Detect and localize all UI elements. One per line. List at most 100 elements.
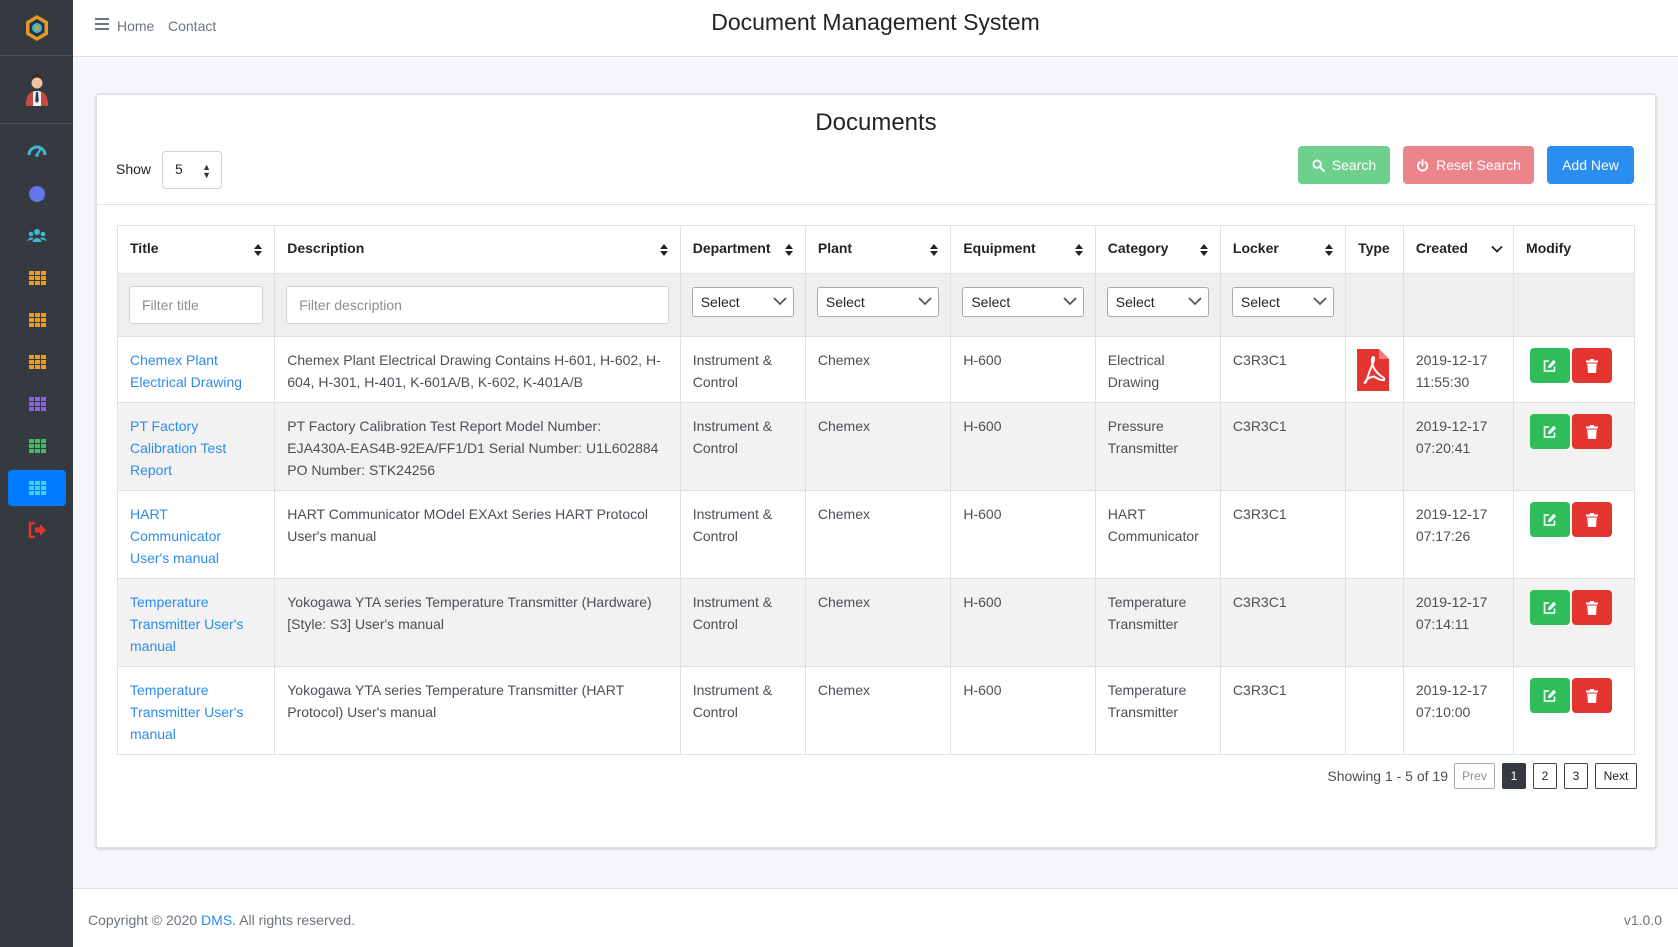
document-title-link[interactable]: HART Communicator User's manual (130, 506, 221, 566)
delete-button[interactable] (1572, 502, 1613, 537)
sidebar-item-10[interactable] (8, 512, 66, 548)
user-avatar[interactable] (0, 56, 73, 124)
page-size-select[interactable]: 5 ▲ ▼ (162, 151, 222, 189)
table-row: Temperature Transmitter User's manual Yok… (116, 666, 1635, 755)
sort-icon (1325, 244, 1334, 256)
column-header-label: Description (287, 240, 365, 256)
edit-icon (1543, 425, 1557, 438)
grid-icon (29, 355, 46, 369)
edit-button[interactable] (1530, 590, 1571, 625)
filter-locker-cell: Select (1219, 273, 1347, 337)
add-new-button[interactable]: Add New (1547, 146, 1634, 184)
sidebar-item-7[interactable] (8, 386, 66, 422)
cell-department: Instrument & Control (679, 490, 806, 579)
search-button-label: Search (1331, 157, 1377, 173)
page-button-3[interactable]: 3 (1564, 763, 1588, 789)
column-header[interactable]: Created (1402, 225, 1515, 274)
sidebar-item-9[interactable] (8, 470, 66, 506)
filter-empty-cell (1513, 273, 1635, 337)
filter-plant-select[interactable]: Select (816, 287, 940, 317)
cell-category: Pressure Transmitter (1094, 402, 1221, 491)
column-header[interactable]: Department (679, 225, 806, 274)
cell-created: 2019-12-17 07:14:11 (1402, 578, 1515, 667)
column-header-label: Department (692, 240, 771, 256)
edit-button[interactable] (1530, 502, 1571, 537)
delete-button[interactable] (1572, 678, 1613, 713)
column-header-label: Plant (817, 240, 853, 256)
created-date: 2019-12-17 (1415, 418, 1488, 434)
cell-type (1345, 490, 1404, 579)
page-button-1[interactable]: 1 (1502, 763, 1526, 789)
sidebar-item-4[interactable] (8, 260, 66, 296)
prev-page-button[interactable]: Prev (1454, 763, 1495, 789)
edit-button[interactable] (1530, 414, 1571, 449)
sort-caret-icon: ▲ ▼ (202, 162, 211, 180)
document-title-link[interactable]: Temperature Transmitter User's manual (130, 682, 243, 742)
table-row: Chemex Plant Electrical Drawing Chemex Pl… (116, 336, 1635, 403)
delete-button[interactable] (1572, 590, 1613, 625)
column-header[interactable]: Description (274, 225, 681, 274)
chevron-down-icon (918, 297, 932, 306)
cell-equipment: H-600 (950, 578, 1096, 667)
delete-button[interactable] (1572, 348, 1613, 383)
pdf-file-icon[interactable] (1357, 349, 1390, 391)
brand-logo[interactable] (0, 0, 73, 56)
column-header[interactable]: Title (116, 225, 276, 274)
search-icon (1312, 158, 1325, 172)
column-header[interactable]: Equipment (950, 225, 1096, 274)
column-header-label: Category (1107, 240, 1169, 256)
chevron-down-icon (1063, 297, 1077, 306)
cell-equipment: H-600 (950, 336, 1096, 403)
filter-category-value: Select (1115, 294, 1155, 310)
grid-icon (29, 271, 46, 285)
filter-category-cell: Select (1094, 273, 1221, 337)
edit-button[interactable] (1530, 678, 1571, 713)
app-title: Document Management System (711, 9, 1040, 35)
show-label: Show (116, 161, 152, 177)
cell-created: 2019-12-17 11:55:30 (1402, 336, 1515, 403)
sidebar-item-5[interactable] (8, 302, 66, 338)
copyright: Copyright © 2020 DMS. All rights reserve… (88, 912, 355, 928)
cell-type (1345, 336, 1404, 403)
sidebar-item-8[interactable] (8, 428, 66, 464)
column-header: Type (1345, 225, 1404, 274)
filter-description-input[interactable]: Filter description (286, 286, 669, 324)
cell-locker: C3R3C1 (1219, 336, 1347, 403)
avatar-icon (25, 73, 48, 106)
document-title-link[interactable]: Temperature Transmitter User's manual (130, 594, 243, 654)
sort-desc-icon (1491, 245, 1503, 253)
filter-equipment-select[interactable]: Select (962, 287, 1084, 317)
power-icon (1417, 158, 1429, 171)
filter-locker-select[interactable]: Select (1231, 287, 1335, 317)
trash-icon (1586, 688, 1599, 703)
reset-search-button[interactable]: Reset Search (1403, 146, 1534, 184)
sidebar-item-2[interactable] (8, 176, 66, 212)
filter-department-select[interactable]: Select (691, 287, 794, 317)
created-time: 07:10:00 (1415, 704, 1471, 720)
document-title-link[interactable]: Chemex Plant Electrical Drawing (130, 352, 242, 390)
filter-category-select[interactable]: Select (1106, 287, 1209, 317)
created-time: 07:20:41 (1415, 440, 1471, 456)
cell-modify (1513, 336, 1635, 403)
sidebar-item-1[interactable] (8, 134, 66, 170)
column-header[interactable]: Category (1094, 225, 1221, 274)
delete-button[interactable] (1572, 414, 1613, 449)
edit-icon (1543, 359, 1557, 372)
cell-plant: Chemex (804, 578, 952, 667)
page-size-value: 5 (175, 161, 183, 177)
page-button-2[interactable]: 2 (1533, 763, 1557, 789)
card-header: Documents Show 5 ▲ ▼ Search Reset Search … (97, 95, 1655, 205)
next-page-button[interactable]: Next (1595, 763, 1637, 789)
edit-button[interactable] (1530, 348, 1571, 383)
brand-link[interactable]: DMS. (201, 912, 236, 928)
cell-modify (1513, 666, 1635, 755)
search-button[interactable]: Search (1298, 146, 1390, 184)
cell-modify (1513, 578, 1635, 667)
filter-title-input[interactable]: Filter title (129, 286, 264, 324)
grid-icon (29, 439, 46, 453)
column-header[interactable]: Plant (804, 225, 952, 274)
sidebar-item-3[interactable] (8, 218, 66, 254)
column-header[interactable]: Locker (1219, 225, 1347, 274)
sidebar-item-6[interactable] (8, 344, 66, 380)
document-title-link[interactable]: PT Factory Calibration Test Report (130, 418, 226, 478)
